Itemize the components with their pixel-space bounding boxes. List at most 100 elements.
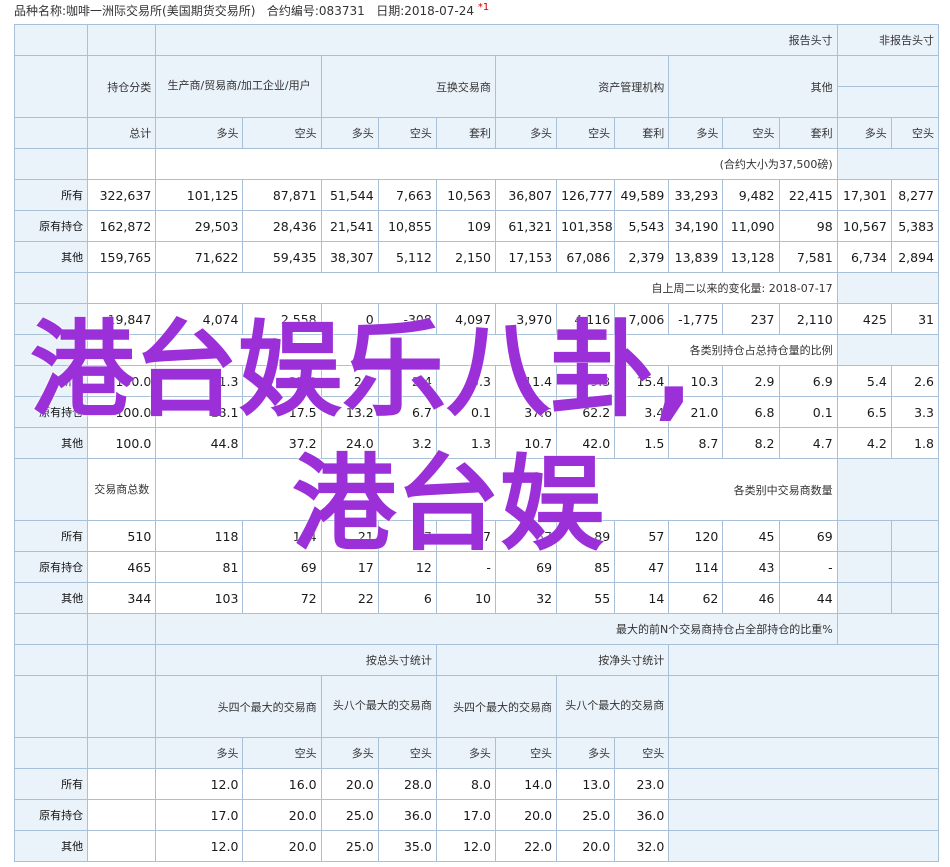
blank-cell <box>87 737 157 769</box>
row-label-blank <box>13 737 89 769</box>
value-cell: 14 <box>614 582 670 614</box>
value-cell: 72 <box>242 582 322 614</box>
value-cell: 28,436 <box>242 210 322 242</box>
value-cell: 118 <box>155 520 244 552</box>
subheader-short: 空头 <box>890 117 940 149</box>
value-cell: 11,090 <box>722 210 780 242</box>
subheader-long: 多头 <box>836 117 892 149</box>
table-row: 所有 322,637 101,125 87,871 51,544 7,663 10,563 3… <box>13 179 940 211</box>
exchange-name: 品种名称:咖啡一洲际交易所(美国期货交易所) <box>14 4 256 18</box>
blank-cell <box>87 613 157 645</box>
subheader-spread: 套利 <box>435 117 496 149</box>
col-net-top8: 头八个最大的交易商 <box>556 675 670 738</box>
value-cell: 49,589 <box>614 179 670 211</box>
subheader-short: 空头 <box>242 737 322 769</box>
table-row: 其他 344 103 72 22 6 10 32 55 14 62 46 44 <box>13 582 940 614</box>
concentration-value: 20.0 <box>556 830 616 862</box>
subheader-long: 多头 <box>155 737 244 769</box>
value-cell: 114 <box>668 551 724 583</box>
row-label: 其他 <box>13 427 89 459</box>
subheader-short: 空头 <box>377 117 437 149</box>
value-cell: 5,112 <box>377 241 437 273</box>
value-cell: 103 <box>155 582 244 614</box>
value-cell: 10,567 <box>836 210 892 242</box>
value-cell: 6.5 <box>836 396 892 428</box>
row-label: 其他 <box>13 241 89 273</box>
blank-cell <box>87 768 157 800</box>
value-cell: 10,563 <box>435 179 496 211</box>
blank-cell <box>87 644 157 676</box>
blank-cell <box>87 148 157 180</box>
table-row: 最大的前N个交易商持仓占全部持仓的比重% <box>13 613 940 645</box>
value-cell: 126,777 <box>556 179 616 211</box>
value-cell: 322,637 <box>87 179 157 211</box>
value-cell: 7,663 <box>377 179 437 211</box>
concentration-value: 17.0 <box>435 799 496 831</box>
watermark-overlay-line2: 港台娱 <box>292 443 605 565</box>
value-cell: 13,128 <box>722 241 780 273</box>
group-reportable: 报告头寸 <box>155 24 838 56</box>
value-cell: 6 <box>377 582 437 614</box>
value-cell: 162,872 <box>87 210 157 242</box>
blank-cell <box>87 675 157 738</box>
col-managed-money: 资产管理机构 <box>494 55 670 118</box>
value-cell: 109 <box>435 210 496 242</box>
subheader-short: 空头 <box>614 737 670 769</box>
row-label-blank <box>13 644 89 676</box>
value-cell: 61,321 <box>494 210 558 242</box>
table-row: 头四个最大的交易商 头八个最大的交易商 头四个最大的交易商 头八个最大的交易商 <box>13 675 939 738</box>
value-cell: 17,301 <box>836 179 892 211</box>
value-cell: 5,383 <box>890 210 940 242</box>
value-cell: 36,807 <box>494 179 558 211</box>
concentration-value: 20.0 <box>320 768 379 800</box>
value-cell: 6,734 <box>836 241 892 273</box>
concentration-value: 8.0 <box>435 768 496 800</box>
value-cell: 59,435 <box>242 241 322 273</box>
value-cell: 33,293 <box>668 179 724 211</box>
concentration-value: 28.0 <box>377 768 437 800</box>
change-value: 2,110 <box>778 303 838 335</box>
table-row: 原有持仓 162,872 29,503 28,436 21,541 10,855 109 61… <box>13 210 940 242</box>
value-cell: 100.0 <box>87 427 157 459</box>
value-cell: 10,855 <box>377 210 437 242</box>
subheader-long: 多头 <box>320 737 379 769</box>
change-value: 31 <box>890 303 940 335</box>
value-cell: 0.1 <box>778 396 838 428</box>
value-cell: 32 <box>494 582 558 614</box>
value-cell: 45 <box>722 520 780 552</box>
concentration-value: 22.0 <box>494 830 558 862</box>
value-cell: 47 <box>614 551 670 583</box>
value-cell: 101,358 <box>556 210 616 242</box>
concentration-value: 14.0 <box>494 768 558 800</box>
value-cell: 159,765 <box>87 241 157 273</box>
note-contract-size: (合约大小为37,500磅) <box>155 148 838 180</box>
value-cell: 98 <box>778 210 838 242</box>
row-label-blank <box>13 148 89 180</box>
value-cell: 3.3 <box>890 396 940 428</box>
nonreport-blank <box>836 520 892 552</box>
concentration-value: 12.0 <box>155 830 244 862</box>
value-cell: 7,581 <box>778 241 838 273</box>
value-cell: 10 <box>435 582 496 614</box>
row-label: 原有持仓 <box>13 210 89 242</box>
col-net-top4: 头四个最大的交易商 <box>435 675 558 738</box>
nonreport-blank <box>836 148 940 180</box>
nonreport-blank <box>836 458 940 521</box>
col-swap-dealers: 互换交易商 <box>320 55 496 118</box>
contract-code: 合约编号:083731 <box>266 4 365 18</box>
report-date: 日期:2018-07-24 <box>376 4 474 18</box>
corner-cell <box>13 24 89 56</box>
value-cell: 6.8 <box>722 396 780 428</box>
note-change-since: 自上周二以来的变化量: 2018-07-17 <box>155 272 838 304</box>
footnote-marker: *1 <box>477 2 490 13</box>
subheader-spread: 套利 <box>778 117 838 149</box>
blank-cell <box>668 799 939 831</box>
watermark-overlay-line1: 港台娱乐八卦, <box>30 309 694 431</box>
concentration-value: 23.0 <box>614 768 670 800</box>
concentration-value: 25.0 <box>556 799 616 831</box>
row-label: 所有 <box>13 520 89 552</box>
value-cell: 344 <box>87 582 157 614</box>
blank-cell <box>668 768 939 800</box>
corner-cell <box>87 24 157 56</box>
col-position-class: 持仓分类 <box>87 55 157 118</box>
